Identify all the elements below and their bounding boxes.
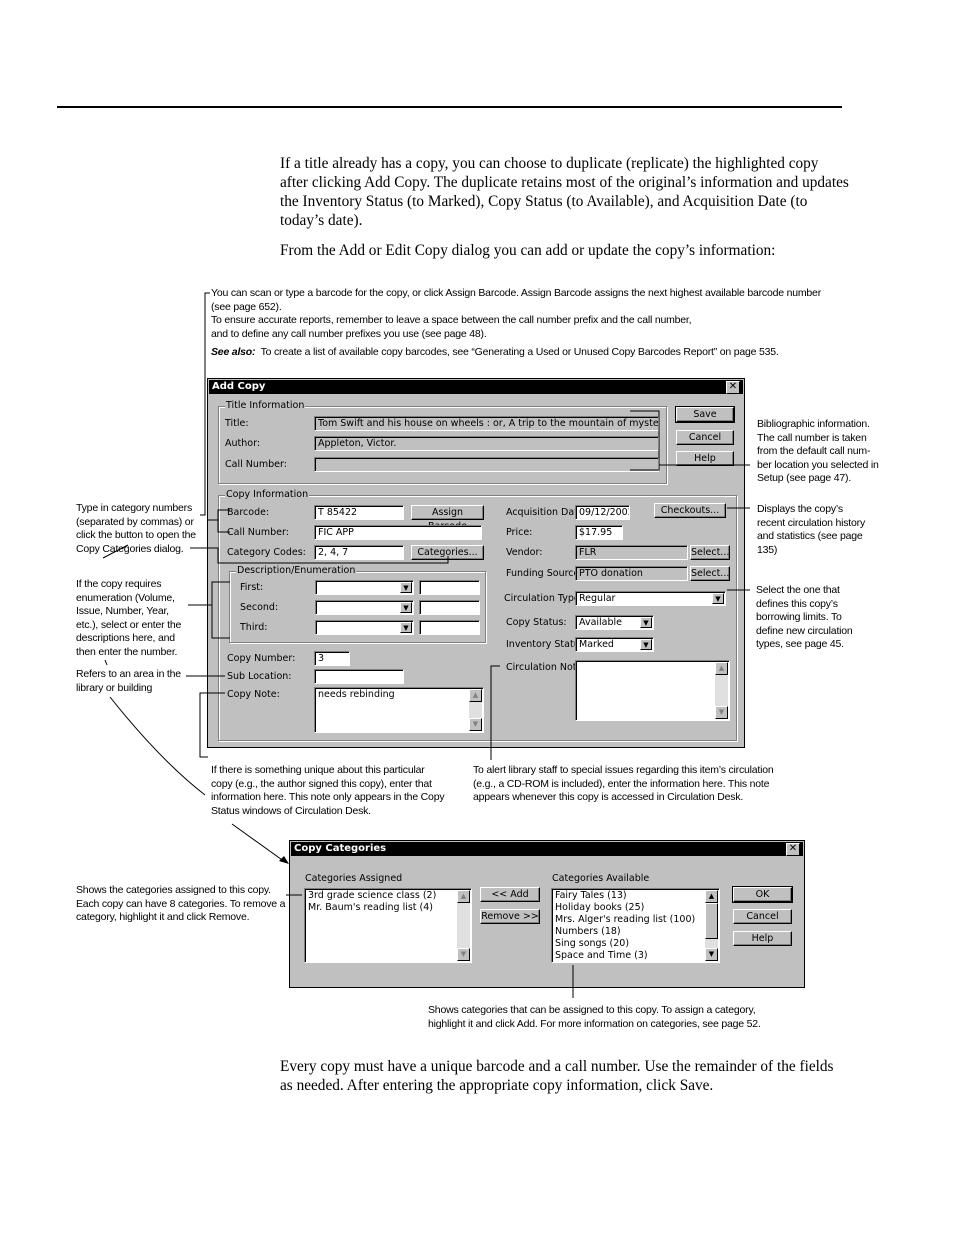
- leader-lines: [102, 292, 750, 998]
- leader-line: [231, 823, 286, 863]
- leader-line: [109, 696, 206, 796]
- leader-line: [190, 547, 449, 564]
- arrowhead-icon: [279, 856, 289, 864]
- leader-line: [490, 665, 500, 760]
- leader-line: [102, 544, 129, 559]
- bracket-line: [630, 410, 660, 471]
- bracket-line: [211, 581, 230, 639]
- leader-line: [200, 292, 210, 516]
- leader-line: [104, 659, 108, 666]
- bracket-line: [217, 509, 230, 533]
- bracket-line: [199, 692, 225, 758]
